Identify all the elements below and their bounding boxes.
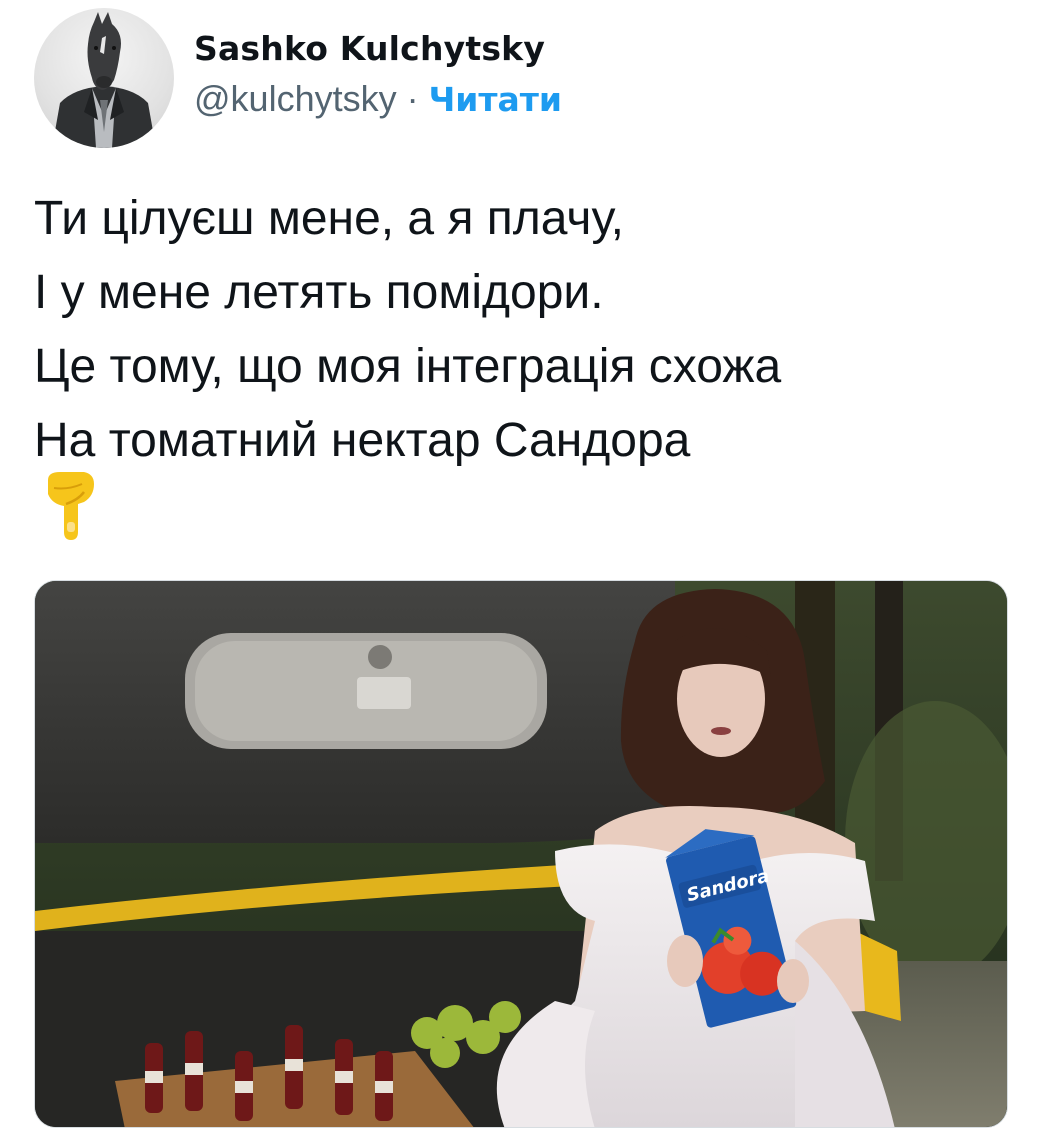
separator-dot: · bbox=[406, 77, 419, 119]
tweet-line: На томатний нектар Сандора bbox=[34, 414, 691, 467]
follow-link[interactable]: Читати bbox=[429, 77, 562, 123]
handle[interactable]: @kulchytsky bbox=[194, 76, 397, 122]
avatar[interactable] bbox=[34, 8, 174, 148]
tweet-line: І у мене летять помідори. bbox=[34, 266, 604, 319]
tweet: Sashko Kulchytsky @kulchytsky · Читати Т… bbox=[0, 0, 1049, 1136]
tweet-text: Ти цілуєш мене, а я плачу, І у мене летя… bbox=[34, 182, 1024, 478]
tweet-line: Це тому, що моя інтеграція схожа bbox=[34, 340, 782, 393]
horse-head-avatar-icon bbox=[52, 12, 156, 148]
pointing-down-emoji-icon bbox=[48, 472, 94, 540]
photo-bride-with-juice-carton-icon: Sandora bbox=[35, 581, 1007, 1127]
display-name[interactable]: Sashko Kulchytsky bbox=[194, 28, 562, 70]
author-names: Sashko Kulchytsky @kulchytsky · Читати bbox=[194, 8, 562, 148]
tweet-media[interactable]: Sandora bbox=[34, 580, 1008, 1128]
author-subline: @kulchytsky · Читати bbox=[194, 76, 562, 123]
tweet-line: Ти цілуєш мене, а я плачу, bbox=[34, 192, 624, 245]
tweet-header: Sashko Kulchytsky @kulchytsky · Читати bbox=[34, 8, 562, 148]
